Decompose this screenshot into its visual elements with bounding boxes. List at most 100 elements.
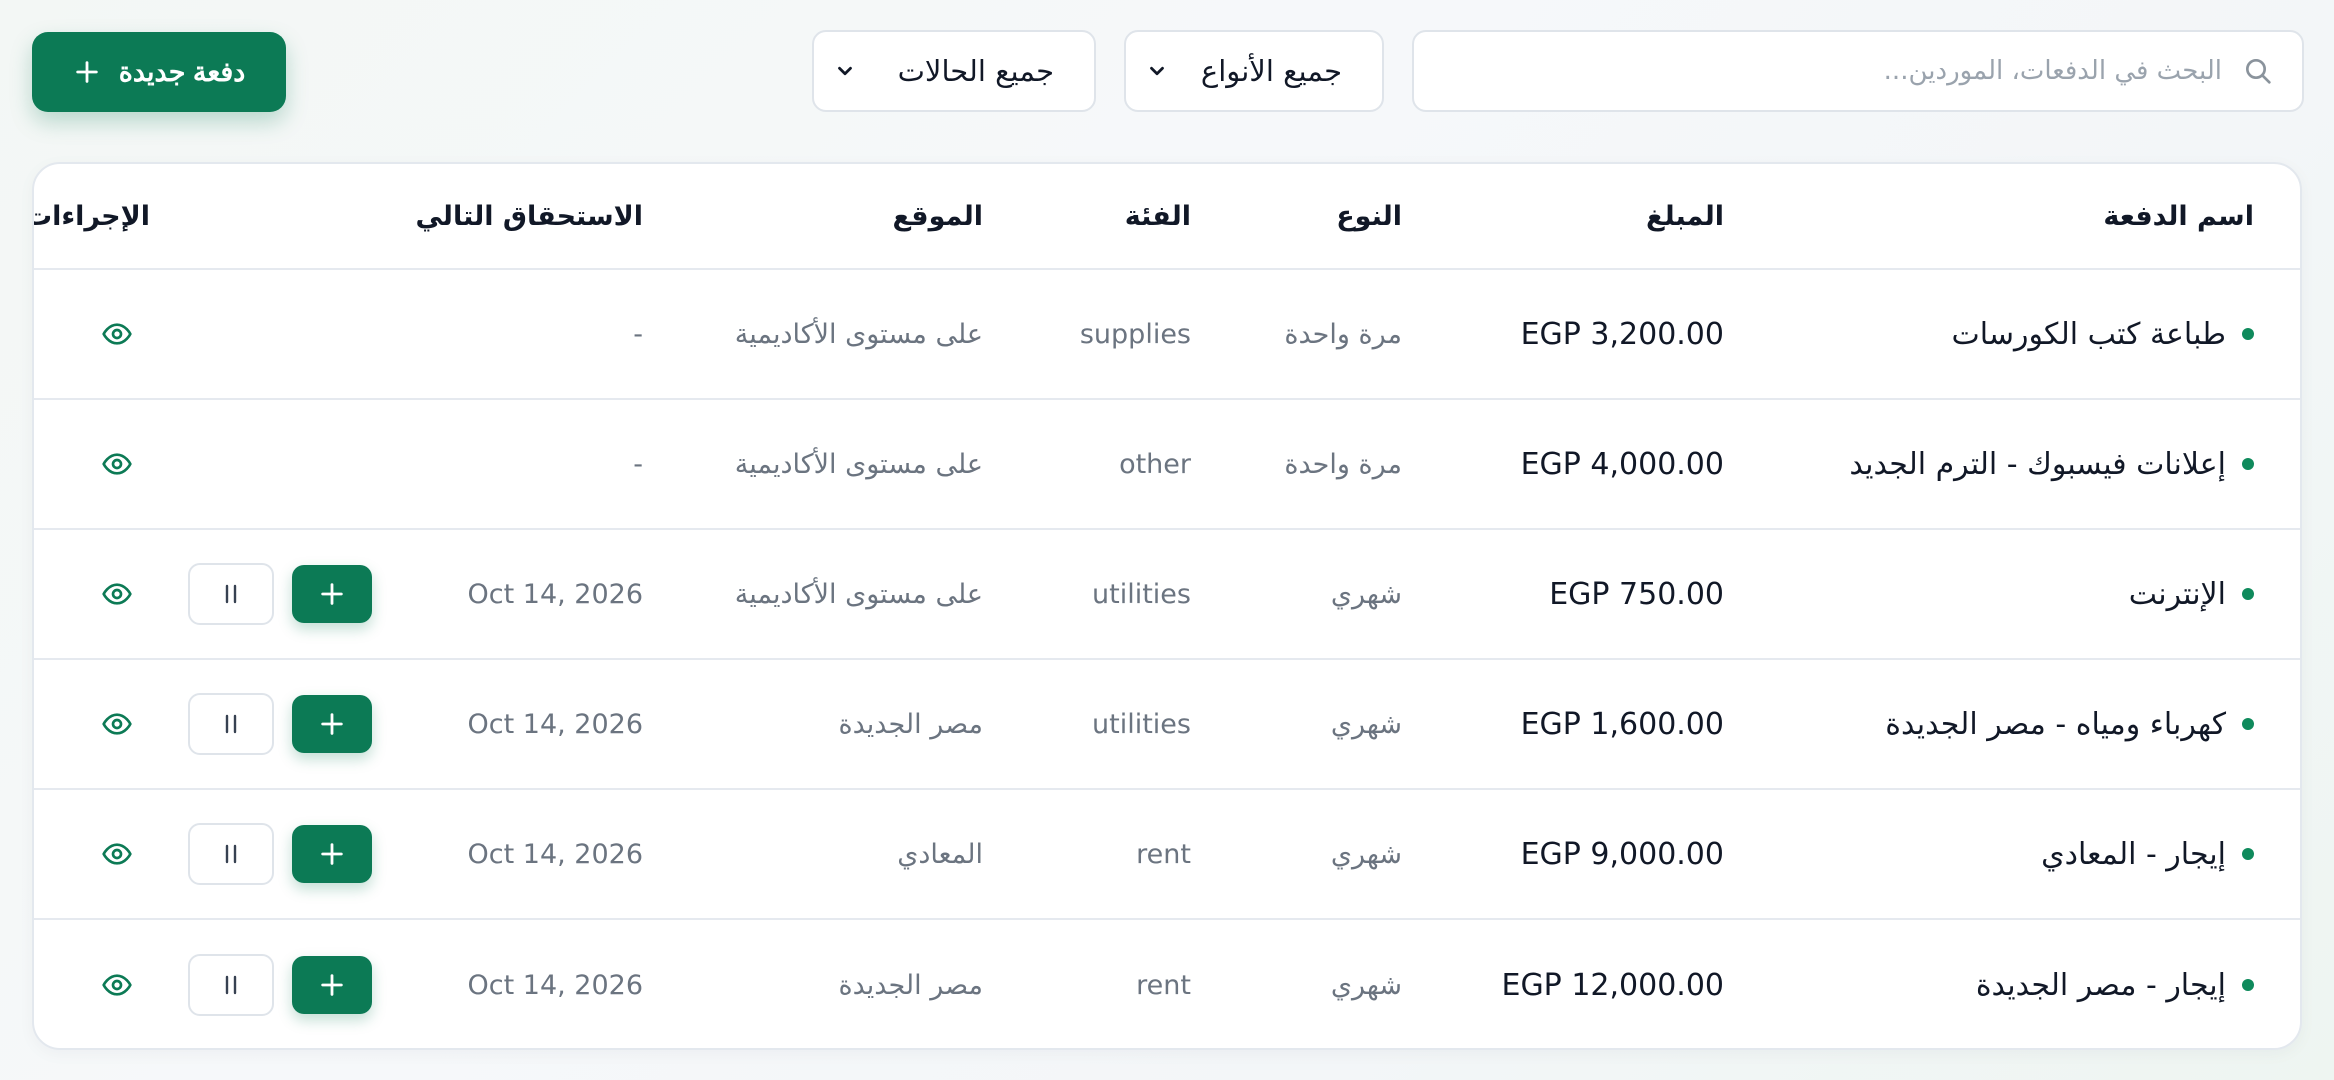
plus-icon bbox=[321, 583, 343, 605]
payment-name: طباعة كتب الكورسات bbox=[1952, 317, 2254, 352]
row-actions bbox=[94, 400, 140, 528]
plus-icon bbox=[75, 61, 98, 83]
payment-category: other bbox=[1119, 448, 1191, 480]
search-icon bbox=[2246, 59, 2271, 84]
payment-type: شهري bbox=[1330, 708, 1402, 740]
payment-name: إعلانات فيسبوك - الترم الجديد bbox=[1849, 447, 2254, 482]
header-actions: الإجراءات bbox=[32, 200, 150, 232]
table-row: إيجار - المعادي EGP 9,000.00 شهري rent ا… bbox=[34, 790, 2300, 920]
payment-next-due: Oct 14, 2026 bbox=[467, 838, 644, 870]
eye-icon bbox=[102, 713, 132, 735]
status-dot bbox=[2242, 328, 2254, 340]
new-payment-button[interactable]: دفعة جديدة bbox=[32, 32, 286, 112]
payment-type: شهري bbox=[1330, 578, 1402, 610]
payment-name-text: إيجار - المعادي bbox=[2041, 836, 2226, 872]
status-dot bbox=[2242, 979, 2254, 991]
amount-cell: EGP 4,000.00 bbox=[1521, 400, 1724, 528]
payment-name-text: الإنترنت bbox=[2128, 576, 2226, 612]
payment-amount: EGP 750.00 bbox=[1549, 576, 1724, 612]
add-payment-button[interactable] bbox=[292, 695, 372, 753]
pause-button[interactable] bbox=[188, 693, 274, 755]
payment-name-text: كهرباء ومياه - مصر الجديدة bbox=[1885, 706, 2226, 742]
view-button[interactable] bbox=[94, 962, 140, 1008]
pause-icon bbox=[225, 975, 237, 995]
payment-category: rent bbox=[1136, 969, 1191, 1001]
name-cell: الإنترنت bbox=[2129, 530, 2254, 658]
header-name: اسم الدفعة bbox=[2103, 200, 2254, 232]
name-cell: إيجار - مصر الجديدة bbox=[1976, 920, 2254, 1048]
header-amount: المبلغ bbox=[1646, 200, 1724, 232]
view-button[interactable] bbox=[94, 831, 140, 877]
payment-category: supplies bbox=[1079, 318, 1191, 350]
pause-button[interactable] bbox=[188, 823, 274, 885]
eye-icon bbox=[102, 843, 132, 865]
eye-icon bbox=[102, 453, 132, 475]
payment-location: مصر الجديدة bbox=[838, 708, 983, 740]
payment-category: rent bbox=[1136, 838, 1191, 870]
payment-type: شهري bbox=[1330, 969, 1402, 1001]
table-header: اسم الدفعة المبلغ النوع الفئة الموقع الا… bbox=[34, 164, 2300, 270]
payment-next-due: Oct 14, 2026 bbox=[467, 969, 644, 1001]
status-dot bbox=[2242, 718, 2254, 730]
name-cell: طباعة كتب الكورسات bbox=[1952, 270, 2254, 398]
name-cell: كهرباء ومياه - مصر الجديدة bbox=[1885, 660, 2254, 788]
view-button[interactable] bbox=[94, 701, 140, 747]
table-row: طباعة كتب الكورسات EGP 3,200.00 مرة واحد… bbox=[34, 270, 2300, 400]
plus-icon bbox=[321, 974, 343, 996]
header-category: الفئة bbox=[1124, 200, 1191, 232]
payment-next-due: Oct 14, 2026 bbox=[467, 578, 644, 610]
pause-icon bbox=[225, 584, 237, 604]
add-payment-button[interactable] bbox=[292, 565, 372, 623]
add-payment-button[interactable] bbox=[292, 956, 372, 1014]
table-row: إعلانات فيسبوك - الترم الجديد EGP 4,000.… bbox=[34, 400, 2300, 530]
amount-cell: EGP 12,000.00 bbox=[1501, 920, 1724, 1048]
row-actions bbox=[94, 920, 372, 1048]
type-filter-select[interactable]: جميع الأنواع bbox=[1124, 30, 1384, 112]
payments-table: اسم الدفعة المبلغ النوع الفئة الموقع الا… bbox=[32, 162, 2302, 1050]
payment-location: على مستوى الأكاديمية bbox=[734, 318, 983, 350]
amount-cell: EGP 3,200.00 bbox=[1521, 270, 1724, 398]
payment-next-due: Oct 14, 2026 bbox=[467, 708, 644, 740]
pause-button[interactable] bbox=[188, 954, 274, 1016]
status-dot bbox=[2242, 588, 2254, 600]
header-location: الموقع bbox=[892, 200, 983, 232]
payment-name: إيجار - المعادي bbox=[2041, 837, 2254, 872]
status-dot bbox=[2242, 848, 2254, 860]
payment-location: على مستوى الأكاديمية bbox=[734, 578, 983, 610]
payment-amount: EGP 1,600.00 bbox=[1520, 706, 1724, 742]
search-input[interactable] bbox=[1414, 40, 2224, 102]
amount-cell: EGP 9,000.00 bbox=[1521, 790, 1724, 918]
name-cell: إيجار - المعادي bbox=[2041, 790, 2254, 918]
search-box bbox=[1412, 30, 2304, 112]
payment-name: إيجار - مصر الجديدة bbox=[1976, 968, 2254, 1003]
payment-location: مصر الجديدة bbox=[838, 969, 983, 1001]
type-filter-value: جميع الأنواع bbox=[1200, 54, 1342, 88]
chevron-down-icon bbox=[1150, 66, 1164, 76]
row-actions bbox=[94, 790, 372, 918]
eye-icon bbox=[102, 583, 132, 605]
pause-icon bbox=[225, 844, 237, 864]
view-button[interactable] bbox=[94, 571, 140, 617]
view-button[interactable] bbox=[94, 441, 140, 487]
payment-name-text: إعلانات فيسبوك - الترم الجديد bbox=[1849, 446, 2226, 482]
pause-button[interactable] bbox=[188, 563, 274, 625]
add-payment-button[interactable] bbox=[292, 825, 372, 883]
payment-category: utilities bbox=[1092, 708, 1191, 740]
name-cell: إعلانات فيسبوك - الترم الجديد bbox=[1849, 400, 2254, 528]
row-actions bbox=[94, 660, 372, 788]
payment-type: مرة واحدة bbox=[1284, 448, 1402, 480]
table-row: إيجار - مصر الجديدة EGP 12,000.00 شهري r… bbox=[34, 920, 2300, 1048]
payment-name: الإنترنت bbox=[2129, 577, 2254, 612]
new-payment-label: دفعة جديدة bbox=[118, 56, 246, 87]
payment-name-text: إيجار - مصر الجديدة bbox=[1975, 967, 2226, 1003]
view-button[interactable] bbox=[94, 311, 140, 357]
payments-page: جميع الأنواع جميع الحالات دفعة جديدة اسم… bbox=[0, 0, 2334, 1080]
payment-amount: EGP 12,000.00 bbox=[1501, 967, 1724, 1003]
header-type: النوع bbox=[1336, 200, 1402, 232]
payment-next-due: - bbox=[633, 448, 643, 480]
payment-amount: EGP 9,000.00 bbox=[1520, 836, 1724, 872]
eye-icon bbox=[102, 323, 132, 345]
status-filter-select[interactable]: جميع الحالات bbox=[812, 30, 1096, 112]
table-row: الإنترنت EGP 750.00 شهري utilities على م… bbox=[34, 530, 2300, 660]
payment-category: utilities bbox=[1092, 578, 1191, 610]
